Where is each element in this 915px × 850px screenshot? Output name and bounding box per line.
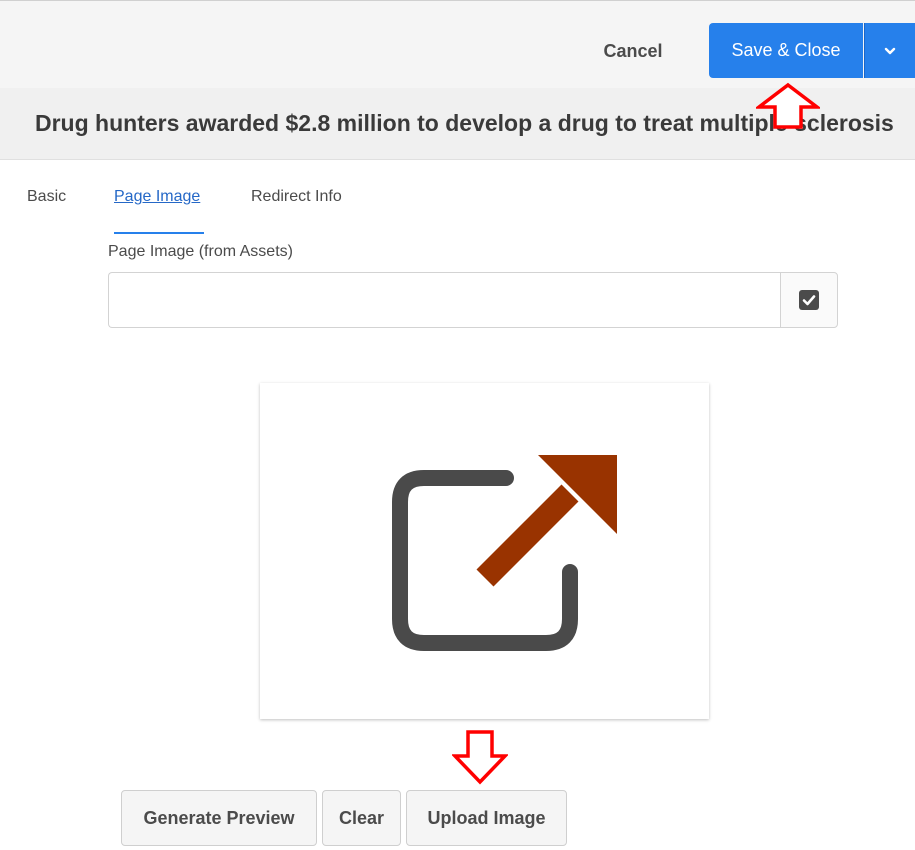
save-close-button[interactable]: Save & Close (709, 23, 863, 78)
up-arrow-annotation-icon (756, 82, 820, 129)
image-preview (260, 383, 709, 719)
page-image-field-label: Page Image (from Assets) (108, 243, 293, 260)
save-options-dropdown[interactable] (864, 23, 915, 78)
down-arrow-annotation-icon (452, 730, 508, 785)
checkbox-icon (799, 290, 819, 310)
upload-image-button[interactable]: Upload Image (406, 790, 567, 846)
asset-picker-button[interactable] (780, 272, 838, 328)
top-toolbar: Cancel Save & Close (0, 0, 915, 88)
tab-basic[interactable]: Basic (27, 188, 66, 206)
clear-button[interactable]: Clear (322, 790, 401, 846)
tab-redirect-info[interactable]: Redirect Info (251, 188, 342, 206)
tab-page-image[interactable]: Page Image (114, 188, 200, 206)
generate-preview-button[interactable]: Generate Preview (121, 790, 317, 846)
active-tab-indicator (114, 232, 204, 234)
property-tabs: Basic Page Image Redirect Info (0, 160, 915, 240)
cancel-button[interactable]: Cancel (586, 29, 680, 73)
chevron-down-icon (884, 47, 896, 54)
page-image-path-input[interactable] (108, 272, 781, 328)
external-link-icon (392, 455, 617, 651)
